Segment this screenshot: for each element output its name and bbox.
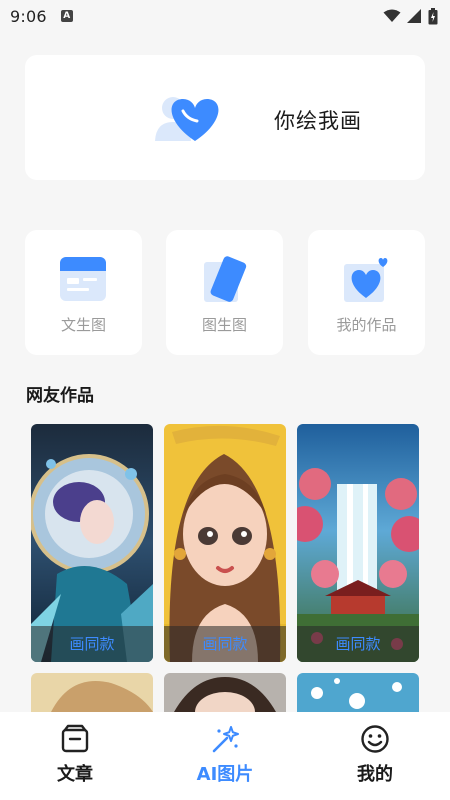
image-to-image-icon bbox=[204, 256, 247, 302]
hero-card[interactable]: 你绘我画 bbox=[25, 55, 425, 180]
gallery-image bbox=[31, 673, 153, 712]
wifi-icon bbox=[383, 9, 401, 22]
article-box-icon bbox=[61, 724, 89, 753]
status-icons bbox=[383, 7, 438, 25]
battery-icon bbox=[428, 7, 438, 24]
status-bar: 9:06 A bbox=[0, 0, 450, 32]
feature-label: 图生图 bbox=[201, 316, 247, 334]
signal-icon bbox=[407, 9, 421, 23]
nav-label: 文章 bbox=[57, 764, 93, 785]
gallery-image bbox=[164, 673, 286, 712]
gallery-card[interactable] bbox=[297, 673, 419, 712]
status-time: 9:06 bbox=[10, 6, 47, 26]
draw-same-button[interactable]: 画同款 bbox=[164, 626, 286, 662]
text-to-image-card[interactable]: 文生图 bbox=[25, 230, 142, 355]
nav-item-articles[interactable]: 文章 bbox=[0, 712, 150, 800]
feature-label: 我的作品 bbox=[336, 316, 397, 334]
nav-label: AI图片 bbox=[196, 764, 254, 785]
nav-label: 我的 bbox=[357, 764, 393, 785]
status-a-badge: A bbox=[60, 10, 73, 22]
hero-title: 你绘我画 bbox=[274, 109, 362, 133]
draw-same-button[interactable]: 画同款 bbox=[31, 626, 153, 662]
gallery-card[interactable]: 画同款 bbox=[164, 424, 286, 662]
heart-person-icon bbox=[155, 97, 219, 141]
image-to-image-card[interactable]: 图生图 bbox=[166, 230, 283, 355]
magic-wand-icon bbox=[212, 726, 239, 753]
my-works-heart-icon bbox=[344, 258, 388, 302]
my-works-card[interactable]: 我的作品 bbox=[308, 230, 425, 355]
smiley-face-icon bbox=[361, 725, 389, 753]
nav-item-ai-images[interactable]: AI图片 bbox=[150, 712, 300, 800]
feature-label: 文生图 bbox=[60, 316, 106, 334]
section-title: 网友作品 bbox=[26, 386, 94, 406]
gallery-card[interactable]: 画同款 bbox=[31, 424, 153, 662]
text-to-image-icon bbox=[60, 257, 106, 301]
gallery-card[interactable]: 画同款 bbox=[297, 424, 419, 662]
feature-row: 文生图 图生图 我的作品 bbox=[25, 230, 425, 355]
draw-same-button[interactable]: 画同款 bbox=[297, 626, 419, 662]
gallery-card[interactable] bbox=[31, 673, 153, 712]
gallery-card[interactable] bbox=[164, 673, 286, 712]
bottom-nav: 文章 AI图片 我的 bbox=[0, 712, 450, 800]
nav-item-mine[interactable]: 我的 bbox=[300, 712, 450, 800]
gallery-image bbox=[297, 673, 419, 712]
